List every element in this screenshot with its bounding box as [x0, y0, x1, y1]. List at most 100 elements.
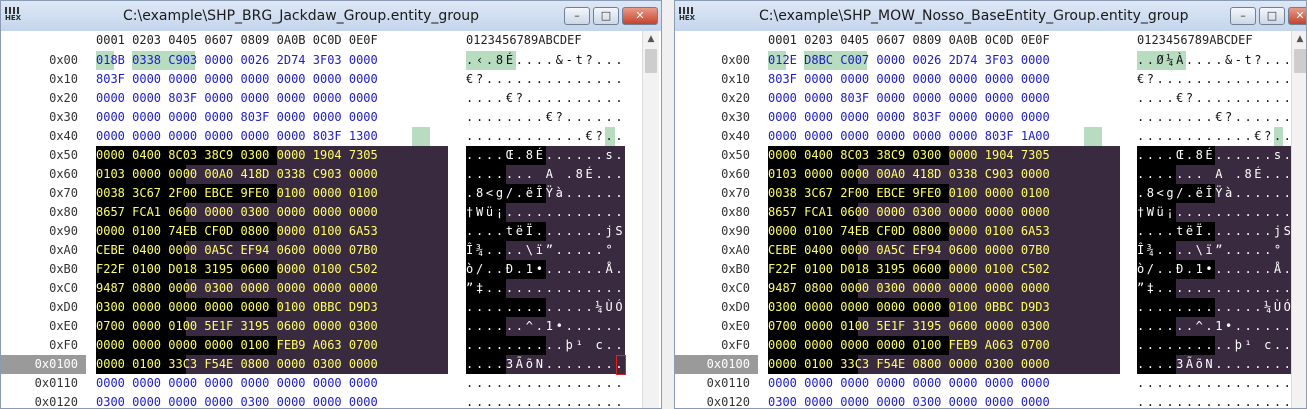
hex-row[interactable]: 0x30 0000 0000 0000 0000 803F 0000 0000 0…	[1, 108, 642, 127]
hex-row[interactable]: 0x20 0000 0000 803F 0000 0000 0000 0000 0…	[675, 89, 1291, 108]
hex-bytes[interactable]: 0000 0100 74EB CF0D 0800 0000 0100 6A53	[768, 222, 1050, 241]
hex-row[interactable]: 0x0110 0000 0000 0000 0000 0000 0000 0000…	[675, 374, 1291, 393]
hex-row[interactable]: 0x80 8657 FCA1 0600 0000 0300 0000 0000 0…	[675, 203, 1293, 222]
hex-bytes[interactable]: 0700 0000 0100 5E1F 3195 0600 0000 0300	[768, 317, 1050, 336]
row-offset[interactable]: 0x00	[1, 51, 86, 70]
hex-row[interactable]: 0x00 012E D8BC C007 0000 0026 2D74 3F03 0…	[675, 51, 1291, 70]
hex-bytes[interactable]: 0000 0400 8C03 38C9 0300 0000 1904 7305	[96, 146, 378, 165]
hex-row[interactable]: 0x00 018B 0338 C903 0000 0026 2D74 3F03 0…	[1, 51, 642, 70]
ascii-text[interactable]: €?..............	[1137, 70, 1293, 89]
ascii-text[interactable]: ......^.1•......	[466, 317, 625, 336]
ascii-text[interactable]: .‹.8É....&-t?...	[466, 51, 625, 70]
scroll-up-arrow-icon[interactable]: ▲	[643, 31, 659, 48]
row-offset[interactable]: 0x0110	[675, 374, 758, 393]
hex-row[interactable]: 0x0120 0300 0000 0000 0000 0300 0000 0000…	[1, 393, 642, 408]
maximize-button[interactable]: □	[1259, 7, 1285, 25]
hex-bytes[interactable]: CEBE 0400 0000 0A5C EF94 0600 0000 07B0	[768, 241, 1050, 260]
row-offset[interactable]: 0x0100	[1, 355, 86, 374]
hex-row[interactable]: 0xC0 9487 0800 0000 0300 0000 0000 0000 0…	[675, 279, 1293, 298]
hex-window-right[interactable]: HEX C:\example\SHP_MOW_Nosso_BaseEntity_…	[674, 0, 1307, 409]
row-offset[interactable]: 0x30	[1, 108, 86, 127]
ascii-text[interactable]: Î¾....\ï”.....°	[466, 241, 625, 260]
hex-row[interactable]: 0x60 0103 0000 0000 00A0 418D 0338 C903 0…	[1, 165, 642, 184]
row-offset[interactable]: 0xE0	[675, 317, 758, 336]
hex-row[interactable]: 0x50 0000 0400 8C03 38C9 0300 0000 1904 7…	[675, 146, 1293, 165]
hex-row[interactable]: 0x40 0000 0000 0000 0000 0000 0000 803F 1…	[675, 127, 1291, 146]
ascii-text[interactable]: ”‡..............	[466, 279, 625, 298]
vertical-scrollbar[interactable]: ▲	[642, 31, 659, 408]
hex-bytes[interactable]: 0000 0000 0000 0000 803F 0000 0000 0000	[768, 108, 1050, 127]
hex-bytes[interactable]: 0700 0000 0100 5E1F 3195 0600 0000 0300	[96, 317, 378, 336]
hex-row[interactable]: 0xA0 CEBE 0400 0000 0A5C EF94 0600 0000 0…	[1, 241, 642, 260]
ascii-text[interactable]: ..........þ¹ c..	[1137, 336, 1293, 355]
ascii-text[interactable]: ....€?..........	[1137, 89, 1293, 108]
ascii-text[interactable]: ....tëÏ.......jS	[1137, 222, 1293, 241]
row-offset[interactable]: 0x00	[675, 51, 758, 70]
hex-bytes[interactable]: 0000 0100 33C3 F54E 0800 0000 0300 0000	[96, 355, 378, 374]
hex-row[interactable]: 0xB0 F22F 0100 D018 3195 0600 0000 0100 C…	[675, 260, 1293, 279]
hex-bytes[interactable]: 0000 0000 0000 0000 0100 FEB9 A063 0700	[768, 336, 1050, 355]
hex-row[interactable]: 0xD0 0300 0000 0000 0000 0000 0100 0BBC D…	[1, 298, 642, 317]
hex-view[interactable]: 0001 0203 0405 0607 0809 0A0B 0C0D 0E0F 0…	[675, 31, 1306, 408]
hex-row[interactable]: 0xC0 9487 0800 0000 0300 0000 0000 0000 0…	[1, 279, 642, 298]
ascii-text[interactable]: €?..............	[466, 70, 625, 89]
ascii-text[interactable]: ........€?......	[1137, 108, 1293, 127]
title-bar[interactable]: HEX C:\example\SHP_BRG_Jackdaw_Group.ent…	[1, 1, 661, 31]
row-offset[interactable]: 0x10	[1, 70, 86, 89]
row-offset[interactable]: 0x90	[1, 222, 86, 241]
close-button[interactable]: ✕	[1288, 7, 1306, 25]
hex-bytes[interactable]: 8657 FCA1 0600 0000 0300 0000 0000 0000	[96, 203, 378, 222]
close-button[interactable]: ✕	[622, 7, 658, 25]
ascii-text[interactable]: ................	[466, 393, 625, 408]
minimize-button[interactable]: –	[564, 7, 590, 25]
hex-view[interactable]: 0001 0203 0405 0607 0809 0A0B 0C0D 0E0F 0…	[1, 31, 661, 408]
row-offset[interactable]: 0x50	[1, 146, 86, 165]
ascii-text[interactable]: ....€?..........	[466, 89, 625, 108]
row-offset[interactable]: 0x80	[1, 203, 86, 222]
row-offset[interactable]: 0x70	[675, 184, 758, 203]
hex-row[interactable]: 0x80 8657 FCA1 0600 0000 0300 0000 0000 0…	[1, 203, 642, 222]
row-offset[interactable]: 0xA0	[1, 241, 86, 260]
hex-row[interactable]: 0xF0 0000 0000 0000 0000 0100 FEB9 A063 0…	[675, 336, 1293, 355]
hex-bytes[interactable]: 9487 0800 0000 0300 0000 0000 0000 0000	[768, 279, 1050, 298]
hex-row[interactable]: 0xB0 F22F 0100 D018 3195 0600 0000 0100 C…	[1, 260, 642, 279]
hex-row[interactable]: 0x30 0000 0000 0000 0000 803F 0000 0000 0…	[675, 108, 1291, 127]
hex-bytes[interactable]: 0038 3C67 2F00 EBCE 9FE0 0100 0000 0100	[96, 184, 378, 203]
row-offset[interactable]: 0x70	[1, 184, 86, 203]
row-offset[interactable]: 0x50	[675, 146, 758, 165]
row-offset[interactable]: 0xD0	[675, 298, 758, 317]
hex-bytes[interactable]: 0000 0000 803F 0000 0000 0000 0000 0000	[96, 89, 378, 108]
ascii-text[interactable]: ............€?..	[1137, 127, 1293, 146]
row-offset[interactable]: 0x0120	[675, 393, 758, 408]
ascii-text[interactable]: †Wü¡............	[466, 203, 625, 222]
hex-row[interactable]: 0x60 0103 0000 0000 00A0 418D 0338 C903 0…	[675, 165, 1293, 184]
row-offset[interactable]: 0xC0	[675, 279, 758, 298]
hex-row[interactable]: 0xA0 CEBE 0400 0000 0A5C EF94 0600 0000 0…	[675, 241, 1293, 260]
hex-bytes[interactable]: 0000 0000 803F 0000 0000 0000 0000 0000	[768, 89, 1050, 108]
row-offset[interactable]: 0xB0	[1, 260, 86, 279]
hex-row[interactable]: 0x50 0000 0400 8C03 38C9 0300 0000 1904 7…	[1, 146, 642, 165]
hex-bytes[interactable]: 0103 0000 0000 00A0 418D 0338 C903 0000	[96, 165, 378, 184]
minimize-button[interactable]: –	[1230, 7, 1256, 25]
ascii-text[interactable]: .............¼ÙÓ	[466, 298, 625, 317]
ascii-text[interactable]: ò/..Ð.1•......Å.	[1137, 260, 1293, 279]
hex-bytes[interactable]: F22F 0100 D018 3195 0600 0000 0100 C502	[96, 260, 378, 279]
ascii-text[interactable]: Î¾....\ï”.....°	[1137, 241, 1293, 260]
hex-bytes[interactable]: 0000 0100 33C3 F54E 0800 0000 0300 0000	[768, 355, 1050, 374]
hex-bytes[interactable]: 0300 0000 0000 0000 0000 0100 0BBC D9D3	[768, 298, 1050, 317]
ascii-text[interactable]: .8<g/.ëÎŸà......	[1137, 184, 1293, 203]
hex-row[interactable]: 0xD0 0300 0000 0000 0000 0000 0100 0BBC D…	[675, 298, 1293, 317]
hex-row[interactable]: 0xE0 0700 0000 0100 5E1F 3195 0600 0000 0…	[1, 317, 642, 336]
row-offset[interactable]: 0x60	[1, 165, 86, 184]
hex-row[interactable]: 0x0120 0300 0000 0000 0000 0300 0000 0000…	[675, 393, 1291, 408]
row-offset[interactable]: 0x0110	[1, 374, 86, 393]
scroll-up-arrow-icon[interactable]: ▲	[1292, 31, 1306, 48]
row-offset[interactable]: 0xF0	[1, 336, 86, 355]
ascii-text[interactable]: ò/..Ð.1•......Å.	[466, 260, 625, 279]
hex-bytes[interactable]: 0300 0000 0000 0000 0000 0100 0BBC D9D3	[96, 298, 378, 317]
ascii-text[interactable]: ............€?..	[466, 127, 625, 146]
ascii-text[interactable]: ..........þ¹ c..	[466, 336, 625, 355]
row-offset[interactable]: 0x40	[1, 127, 86, 146]
hex-row[interactable]: 0x0100 0000 0100 33C3 F54E 0800 0000 0300…	[675, 355, 1293, 374]
hex-row[interactable]: 0x70 0038 3C67 2F00 EBCE 9FE0 0100 0000 0…	[1, 184, 642, 203]
